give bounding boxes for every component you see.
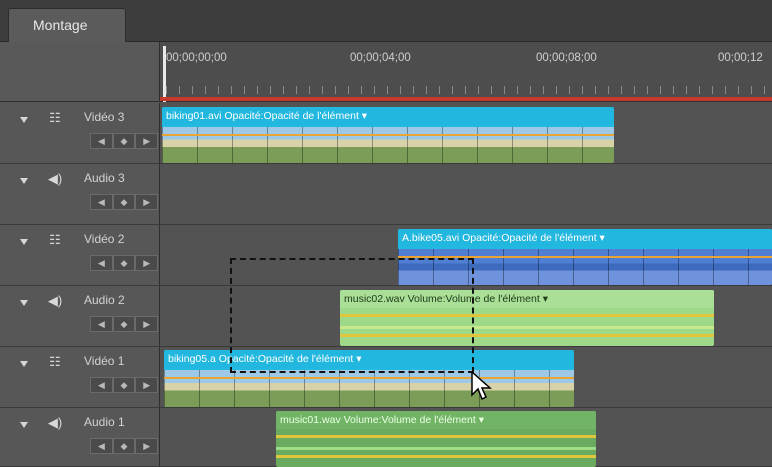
film-track-icon: ☷	[49, 232, 61, 247]
waveform-band	[276, 455, 596, 458]
selection-marquee	[230, 258, 474, 373]
arrow-cursor-icon	[471, 371, 492, 401]
keyframe-nav: ◀ ◆ ▶	[90, 316, 159, 332]
triangle-down-icon[interactable]	[20, 361, 28, 367]
clip-biking01[interactable]: biking01.avi Opacité:Opacité de l'élémen…	[162, 107, 614, 163]
film-track-icon: ☷	[49, 354, 61, 369]
add-keyframe-button[interactable]: ◆	[112, 133, 136, 149]
prev-keyframe-button[interactable]: ◀	[90, 194, 113, 210]
next-keyframe-button[interactable]: ▶	[135, 438, 159, 454]
prev-keyframe-button[interactable]: ◀	[90, 438, 113, 454]
keyframe-nav: ◀ ◆ ▶	[90, 377, 159, 393]
speaker-icon: ◀)	[47, 293, 63, 308]
work-area-bar[interactable]	[160, 97, 772, 101]
prev-keyframe-button[interactable]: ◀	[90, 255, 113, 271]
timecode-8: 00;00;08;00	[536, 52, 597, 64]
keyframe-nav: ◀ ◆ ▶	[90, 255, 159, 271]
triangle-down-icon[interactable]	[20, 300, 28, 306]
timecode-0: 00;00;00;00	[166, 52, 227, 64]
add-keyframe-button[interactable]: ◆	[112, 194, 136, 210]
track-name: Audio 2	[84, 293, 125, 307]
track-header-audio1: ◀) Audio 1 ◀ ◆ ▶	[0, 408, 160, 467]
playhead[interactable]	[163, 46, 166, 102]
timecode-4: 00;00;04;00	[350, 52, 411, 64]
ruler-ticks	[166, 86, 772, 94]
opacity-line[interactable]	[162, 134, 614, 136]
prev-keyframe-button[interactable]: ◀	[90, 377, 113, 393]
clip-music01[interactable]: music01.wav Volume:Volume de l'élément ▾	[276, 411, 596, 467]
track-name: Vidéo 1	[84, 354, 125, 368]
speaker-icon: ◀)	[47, 415, 63, 430]
film-track-icon: ☷	[49, 110, 61, 125]
track-header-audio3: ◀) Audio 3 ◀ ◆ ▶	[0, 164, 160, 225]
speaker-icon: ◀)	[47, 171, 63, 186]
prev-keyframe-button[interactable]: ◀	[90, 133, 113, 149]
lane-audio3[interactable]	[160, 164, 772, 225]
opacity-line[interactable]	[164, 377, 574, 379]
triangle-down-icon[interactable]	[20, 117, 28, 123]
add-keyframe-button[interactable]: ◆	[112, 316, 136, 332]
next-keyframe-button[interactable]: ▶	[135, 194, 159, 210]
waveform-band	[276, 447, 596, 450]
triangle-down-icon[interactable]	[20, 422, 28, 428]
next-keyframe-button[interactable]: ▶	[135, 133, 159, 149]
volume-line[interactable]	[276, 435, 596, 438]
track-header-video3: ☷ Vidéo 3 ◀ ◆ ▶	[0, 103, 160, 164]
track-name: Audio 3	[84, 171, 125, 185]
timeline-header-corner	[0, 42, 160, 102]
triangle-down-icon[interactable]	[20, 178, 28, 184]
add-keyframe-button[interactable]: ◆	[112, 255, 136, 271]
clip-label: A.bike05.avi Opacité:Opacité de l'élémen…	[398, 229, 772, 247]
track-header-video1: ☷ Vidéo 1 ◀ ◆ ▶	[0, 347, 160, 408]
next-keyframe-button[interactable]: ▶	[135, 255, 159, 271]
timecode-12: 00;00;12	[718, 52, 763, 64]
next-keyframe-button[interactable]: ▶	[135, 377, 159, 393]
clip-thumbnails	[164, 370, 574, 407]
track-name: Vidéo 3	[84, 110, 125, 124]
next-keyframe-button[interactable]: ▶	[135, 316, 159, 332]
keyframe-nav: ◀ ◆ ▶	[90, 133, 159, 149]
keyframe-nav: ◀ ◆ ▶	[90, 194, 159, 210]
tab-bar: Montage	[0, 0, 772, 42]
add-keyframe-button[interactable]: ◆	[112, 377, 136, 393]
clip-thumbnails	[162, 127, 614, 163]
track-header-audio2: ◀) Audio 2 ◀ ◆ ▶	[0, 286, 160, 347]
tab-montage[interactable]: Montage	[8, 8, 126, 42]
clip-label: biking01.avi Opacité:Opacité de l'élémen…	[162, 107, 614, 125]
keyframe-nav: ◀ ◆ ▶	[90, 438, 159, 454]
track-name: Vidéo 2	[84, 232, 125, 246]
clip-label: music01.wav Volume:Volume de l'élément ▾	[276, 411, 596, 429]
timeline-panel: Montage 00;00;00;00 00;00;04;00 00;00;08…	[0, 0, 772, 467]
track-name: Audio 1	[84, 415, 125, 429]
add-keyframe-button[interactable]: ◆	[112, 438, 136, 454]
track-header-video2: ☷ Vidéo 2 ◀ ◆ ▶	[0, 225, 160, 286]
prev-keyframe-button[interactable]: ◀	[90, 316, 113, 332]
triangle-down-icon[interactable]	[20, 239, 28, 245]
